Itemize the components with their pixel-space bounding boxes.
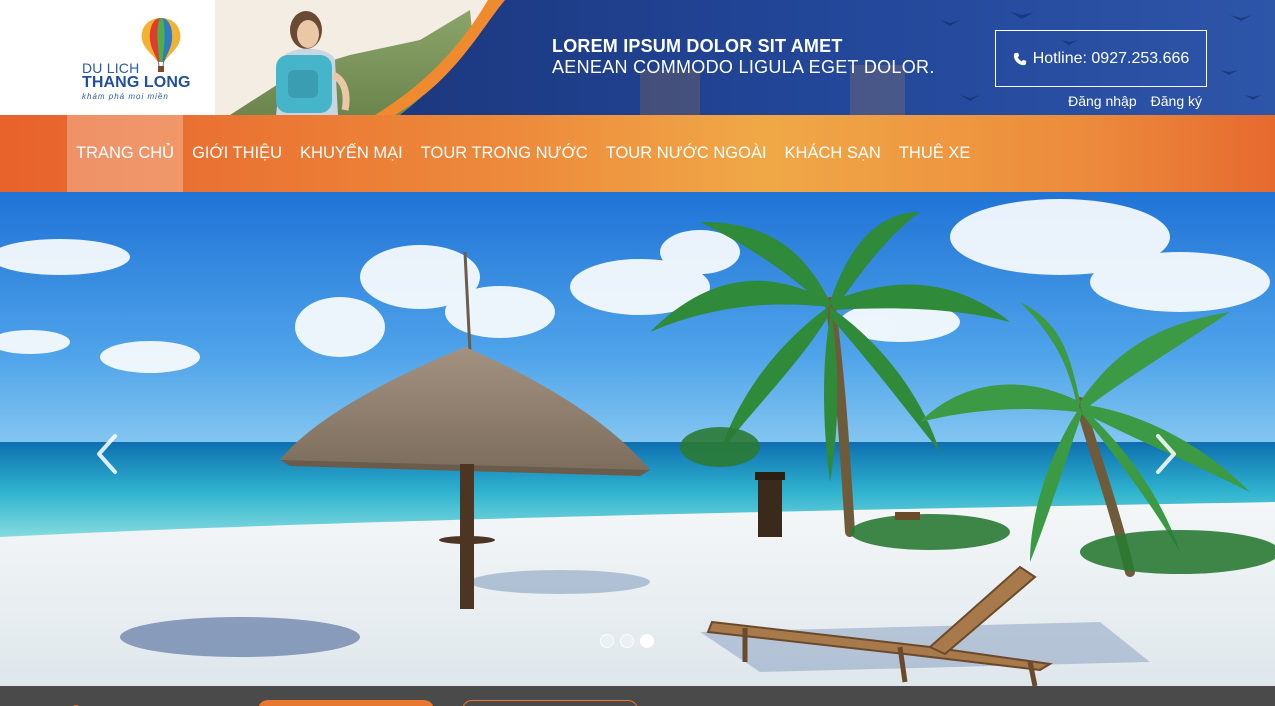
site-header: DU LICH THANG LONG khám phá mọi miền LOR… (0, 0, 1275, 115)
nav-item-promotions[interactable]: KHUYẾN MẠI (291, 115, 412, 192)
phone-icon (1013, 52, 1026, 65)
slider-dot[interactable] (600, 634, 614, 648)
nav-item-about[interactable]: GIỚI THIỆU (183, 115, 291, 192)
nav-item-car-rental[interactable]: THUÊ XE (890, 115, 980, 192)
beach-scene-image (0, 192, 1275, 686)
chevron-right-icon[interactable] (1150, 432, 1180, 476)
main-navigation: TRANG CHỦ GIỚI THIỆU KHUYẾN MẠI TOUR TRO… (0, 115, 1275, 192)
login-link[interactable]: Đăng nhập (1068, 93, 1137, 109)
slider-dot-active[interactable] (640, 634, 654, 648)
section-tab-button[interactable] (258, 700, 434, 706)
slogan-line2: AENEAN COMMODO LIGULA EGET DOLOR. (552, 57, 935, 77)
nav-item-international-tours[interactable]: TOUR NƯỚC NGOÀI (597, 115, 776, 192)
hero-slider (0, 192, 1275, 686)
decorative-icon (73, 705, 79, 706)
hotline-box[interactable]: Hotline: 0927.253.666 (995, 30, 1207, 87)
slogan-line1: LOREM IPSUM DOLOR SIT AMET (552, 36, 843, 56)
content-section-top (0, 686, 1275, 706)
slider-pagination (600, 634, 654, 648)
nav-menu: TRANG CHỦ GIỚI THIỆU KHUYẾN MẠI TOUR TRO… (67, 115, 979, 192)
logo-tagline: khám phá mọi miền (82, 92, 169, 101)
hotline-label: Hotline: 0927.253.666 (1032, 49, 1190, 67)
logo-text-line2: THANG LONG (82, 74, 191, 91)
nav-item-hotels[interactable]: KHÁCH SẠN (776, 115, 890, 192)
header-slogan: LOREM IPSUM DOLOR SIT AMET AENEAN COMMOD… (552, 36, 935, 78)
section-tab-button[interactable] (462, 700, 638, 706)
slider-dot[interactable] (620, 634, 634, 648)
nav-item-domestic-tours[interactable]: TOUR TRONG NƯỚC (412, 115, 597, 192)
hot-air-balloon-icon (141, 18, 181, 72)
chevron-left-icon[interactable] (93, 432, 123, 476)
nav-item-home[interactable]: TRANG CHỦ (67, 115, 184, 192)
auth-links: Đăng nhập Đăng ký (1068, 93, 1202, 109)
site-logo[interactable]: DU LICH THANG LONG khám phá mọi miền (80, 14, 210, 104)
register-link[interactable]: Đăng ký (1151, 93, 1202, 109)
